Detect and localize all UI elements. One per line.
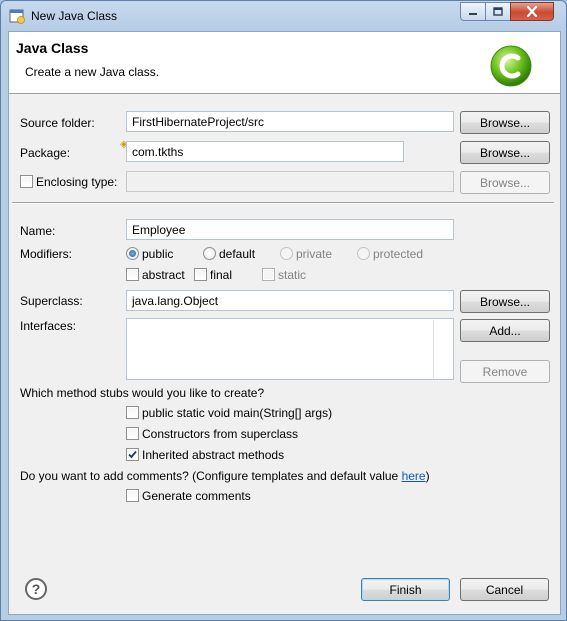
enclosing-type-input[interactable] (126, 171, 454, 192)
dialog-window: New Java Class Java Class Create a new J… (0, 0, 567, 621)
enclosing-type-browse-button[interactable]: Browse... (460, 171, 550, 194)
separator (12, 202, 554, 204)
wizard-title: Java Class (16, 40, 89, 56)
interfaces-list[interactable] (126, 318, 454, 380)
modifiers-label: Modifiers: (20, 247, 73, 261)
name-input[interactable]: Employee (126, 219, 454, 240)
cancel-button[interactable]: Cancel (460, 578, 549, 601)
eclipse-app-icon (9, 9, 25, 24)
stub-main-label: public static void main(String[] args) (142, 406, 333, 420)
checkmark-icon (128, 450, 137, 459)
source-folder-input[interactable]: FirstHibernateProject/src (126, 111, 454, 132)
wizard-description: Create a new Java class. (25, 65, 160, 79)
maximize-button[interactable] (485, 2, 511, 21)
modifier-public-radio[interactable] (126, 247, 139, 260)
help-icon[interactable]: ? (25, 578, 47, 600)
interfaces-label: Interfaces: (20, 319, 77, 333)
dialog-body: Java Class Create a new Java class. Sour… (8, 31, 561, 615)
modifier-abstract-label: abstract (142, 268, 185, 282)
wizard-banner: Java Class Create a new Java class. (9, 32, 560, 94)
close-icon (526, 6, 538, 17)
stub-inherited-label: Inherited abstract methods (142, 448, 285, 462)
stub-inherited-checkbox[interactable] (126, 448, 139, 461)
title-bar[interactable]: New Java Class (1, 1, 566, 31)
modifier-static-checkbox[interactable] (262, 268, 275, 281)
package-label: Package: (20, 146, 71, 160)
add-interface-button[interactable]: Add... (460, 319, 550, 342)
stub-constructors-label: Constructors from superclass (142, 427, 299, 441)
stub-main-checkbox[interactable] (126, 406, 139, 419)
modifier-final-label: final (210, 268, 233, 282)
superclass-input[interactable]: java.lang.Object (126, 290, 454, 311)
modifier-final-checkbox[interactable] (194, 268, 207, 281)
enclosing-type-checkbox[interactable] (20, 175, 33, 188)
package-browse-button[interactable]: Browse... (460, 141, 550, 164)
enclosing-type-label: Enclosing type: (36, 175, 118, 189)
modifier-public-label: public (142, 247, 174, 261)
comments-question: Do you want to add comments? (Configure … (20, 469, 430, 483)
modifier-protected-label: protected (373, 247, 424, 261)
source-folder-label: Source folder: (20, 116, 95, 130)
minimize-icon (469, 12, 477, 15)
package-input[interactable]: com.tkths (126, 141, 404, 162)
modifier-protected-radio[interactable] (357, 247, 370, 260)
configure-templates-link[interactable]: here (402, 469, 426, 483)
comments-question-end: ) (425, 469, 430, 483)
remove-interface-button[interactable]: Remove (460, 360, 550, 383)
modifier-default-label: default (219, 247, 256, 261)
window-title: New Java Class (31, 9, 118, 23)
modifier-abstract-checkbox[interactable] (126, 268, 139, 281)
modifier-private-label: private (296, 247, 333, 261)
method-stubs-question: Which method stubs would you like to cre… (20, 386, 265, 400)
superclass-browse-button[interactable]: Browse... (460, 290, 550, 313)
modifier-private-radio[interactable] (280, 247, 293, 260)
generate-comments-checkbox[interactable] (126, 489, 139, 502)
modifier-default-radio[interactable] (203, 247, 216, 260)
name-label: Name: (20, 224, 56, 238)
maximize-icon (493, 7, 503, 16)
comments-question-text: Do you want to add comments? (Configure … (20, 469, 402, 483)
stub-constructors-checkbox[interactable] (126, 427, 139, 440)
java-class-icon (490, 45, 532, 87)
generate-comments-label: Generate comments (142, 489, 251, 503)
finish-button[interactable]: Finish (361, 578, 450, 601)
minimize-button[interactable] (460, 2, 486, 21)
modifier-static-label: static (278, 268, 307, 282)
close-button[interactable] (510, 2, 554, 21)
source-folder-browse-button[interactable]: Browse... (460, 111, 550, 134)
list-divider (433, 320, 434, 378)
superclass-label: Superclass: (20, 294, 83, 308)
